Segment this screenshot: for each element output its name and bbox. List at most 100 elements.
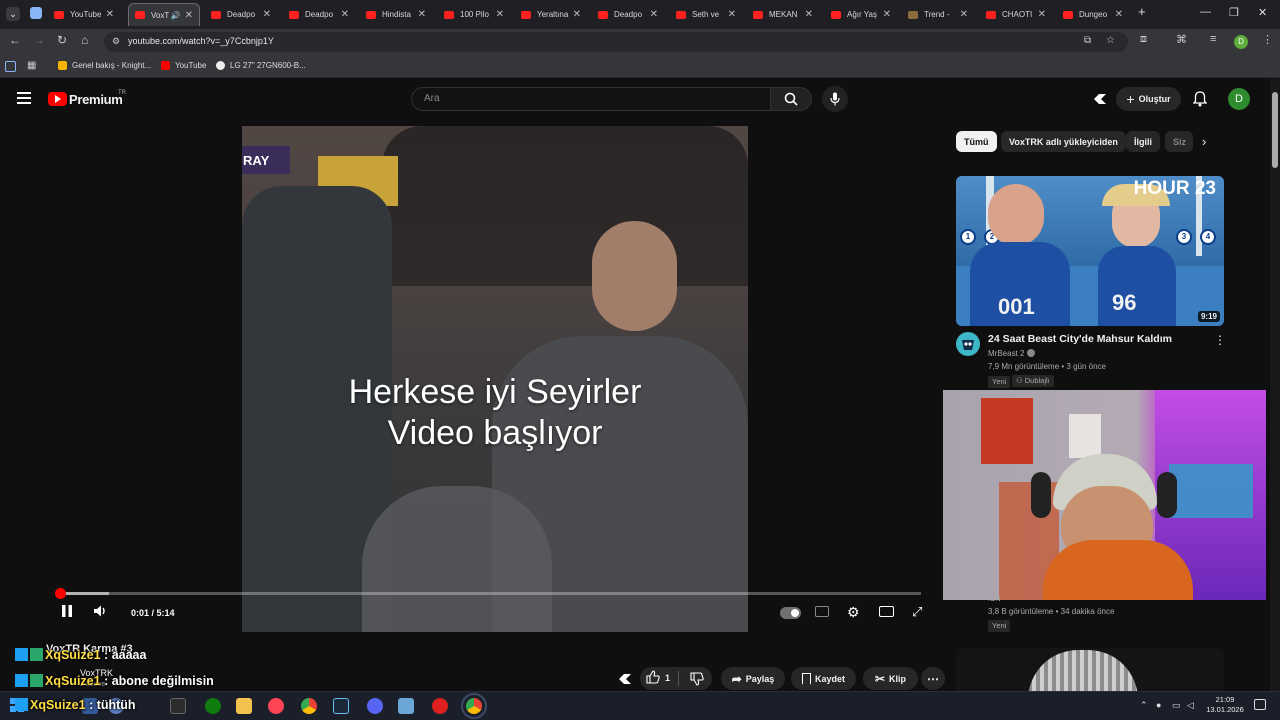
new-tab-icon[interactable]: + <box>1138 4 1146 19</box>
extensions-icon[interactable]: ⧈ <box>1140 33 1147 46</box>
autoplay-toggle[interactable] <box>780 607 801 619</box>
tab-agir-yas[interactable]: Ağır Yaş ✕ <box>825 4 897 25</box>
close-window-icon[interactable]: ✕ <box>1258 6 1267 19</box>
close-tab-icon[interactable]: ✕ <box>883 9 891 20</box>
more-options-icon[interactable]: ⋮ <box>1214 333 1226 347</box>
fullscreen-icon[interactable]: ⤢ <box>912 604 922 620</box>
rec3-thumbnail[interactable] <box>956 648 1224 691</box>
tab-deadpool-2[interactable]: Deadpo ✕ <box>283 4 355 25</box>
premium-jump-icon[interactable] <box>617 671 633 692</box>
browser-menu-icon[interactable]: ⋮ <box>1262 33 1273 46</box>
bookmark-knight[interactable]: Genel bakış - Knight... <box>58 61 151 70</box>
translate-icon[interactable]: ⌘ <box>1176 33 1187 46</box>
chrome-icon[interactable] <box>301 698 317 714</box>
cast-icon[interactable]: ⧉ <box>1084 35 1091 46</box>
tray-mic-icon[interactable]: ● <box>1156 700 1161 710</box>
page-scrollbar[interactable] <box>1270 79 1280 691</box>
clip-button[interactable]: ✂ Klip <box>863 667 918 690</box>
video-player[interactable]: RAY Herkese iyi Seyirler Video başlıyor <box>242 126 748 632</box>
notification-center-icon[interactable] <box>1254 699 1266 710</box>
youtube-logo-text[interactable]: Premium <box>69 92 123 107</box>
tab-trend[interactable]: Trend - ✕ <box>902 4 974 25</box>
tab-search-icon[interactable]: ⌄ <box>6 7 20 21</box>
site-info-icon[interactable]: ⚙ <box>112 36 120 47</box>
profile-avatar[interactable]: D <box>1234 35 1248 49</box>
tray-network-icon[interactable]: ▭ <box>1172 700 1181 711</box>
close-tab-icon[interactable]: ✕ <box>573 9 581 20</box>
save-button[interactable]: Kaydet <box>791 667 856 690</box>
close-tab-icon[interactable]: ✕ <box>341 9 349 20</box>
search-button[interactable] <box>770 87 812 111</box>
tab-youtube[interactable]: YouTube ✕ <box>48 4 120 25</box>
tab-dungeon[interactable]: Dungeo ✕ <box>1057 4 1129 25</box>
share-button[interactable]: ➦ Paylaş <box>721 667 785 690</box>
tab-mekan[interactable]: MEKAN ✕ <box>747 4 819 25</box>
settings-gear-icon[interactable]: ⚙ <box>847 605 860 619</box>
bookmark-star-icon[interactable]: ☆ <box>1106 35 1115 46</box>
tab-deadpool-3[interactable]: Deadpo ✕ <box>592 4 664 25</box>
tab-yeraltina[interactable]: Yeraltına ✕ <box>515 4 587 25</box>
opera-icon[interactable] <box>432 698 448 714</box>
voice-search-button[interactable] <box>822 86 848 112</box>
address-bar[interactable]: ⚙ youtube.com/watch?v=_y7Ccbnjp1Y ⧉ ☆ <box>104 32 1128 52</box>
more-actions-icon[interactable]: ⋯ <box>921 667 945 690</box>
sidebar-toggle-icon[interactable] <box>5 61 16 72</box>
close-tab-icon[interactable]: ✕ <box>106 9 114 20</box>
chip-related[interactable]: İlgili <box>1126 131 1160 152</box>
close-tab-icon[interactable]: ✕ <box>263 9 271 20</box>
progress-bar[interactable] <box>57 592 921 595</box>
notifications-bell-icon[interactable] <box>1192 91 1208 112</box>
xbox-icon[interactable] <box>205 698 221 714</box>
tab-100-pilot[interactable]: 100 Pilo ✕ <box>438 4 510 25</box>
subtitles-icon[interactable] <box>815 606 829 617</box>
chip-for-you[interactable]: Siz <box>1165 131 1193 152</box>
reload-icon[interactable]: ↻ <box>57 33 67 47</box>
chip-from-uploader[interactable]: VoxTRK adlı yükleyiciden <box>1001 131 1126 152</box>
taskbar-clock[interactable]: 21:09 13.01.2026 <box>1200 695 1250 715</box>
steam-icon[interactable] <box>333 698 349 714</box>
epic-games-icon[interactable] <box>170 698 186 714</box>
scrollbar-thumb[interactable] <box>1272 92 1278 168</box>
pause-button[interactable] <box>61 604 73 623</box>
recommended-thumbnail[interactable]: 1 2 3 4 001 96 HOUR 23 9:19 <box>956 176 1224 326</box>
volume-button[interactable] <box>93 604 108 623</box>
forward-icon[interactable]: → <box>33 33 45 47</box>
close-tab-icon[interactable]: ✕ <box>650 9 658 20</box>
channel-avatar[interactable] <box>956 332 980 356</box>
discord-icon[interactable] <box>367 698 383 714</box>
speaker-icon[interactable]: 🔊 <box>171 11 181 20</box>
tab-chaotic[interactable]: CHAOTI ✕ <box>980 4 1052 25</box>
hamburger-menu-icon[interactable] <box>17 92 31 104</box>
minimize-icon[interactable]: — <box>1200 6 1211 18</box>
chip-all[interactable]: Tümü <box>956 131 997 152</box>
bookmark-youtube[interactable]: YouTube <box>161 61 206 70</box>
tab-active-video[interactable]: VoxT 🔊 ✕ <box>128 3 200 26</box>
video-title[interactable]: 24 Saat Beast City'de Mahsur Kaldım <box>988 333 1172 345</box>
apps-grid-icon[interactable]: ▦ <box>27 60 36 71</box>
user-avatar[interactable]: D <box>1228 88 1250 110</box>
theater-mode-icon[interactable] <box>879 606 894 617</box>
close-tab-icon[interactable]: ✕ <box>805 9 813 20</box>
obs-icon[interactable] <box>268 698 284 714</box>
progress-scrubber[interactable] <box>55 588 66 599</box>
channel-name[interactable]: MrBeast 2 <box>988 349 1035 358</box>
tray-volume-icon[interactable]: ◁ <box>1187 700 1194 711</box>
media-control-icon[interactable]: ≡ <box>1210 33 1216 45</box>
close-tab-icon[interactable]: ✕ <box>496 9 504 20</box>
close-tab-icon[interactable]: ✕ <box>1038 9 1046 20</box>
chrome-active-icon[interactable] <box>461 693 487 719</box>
close-tab-icon[interactable]: ✕ <box>185 10 193 21</box>
like-button[interactable] <box>646 670 660 686</box>
close-tab-icon[interactable]: ✕ <box>960 9 968 20</box>
back-icon[interactable]: ← <box>9 33 21 47</box>
rec2-channel-name[interactable]: ION <box>988 596 1000 603</box>
tray-expand-icon[interactable]: ⌃ <box>1140 700 1148 711</box>
youtube-logo-icon[interactable] <box>48 92 67 106</box>
close-tab-icon[interactable]: ✕ <box>1115 9 1123 20</box>
chips-next-icon[interactable]: › <box>1202 134 1206 149</box>
file-explorer-icon[interactable] <box>236 698 252 714</box>
premium-controls-icon[interactable] <box>1092 91 1108 107</box>
dislike-button[interactable] <box>690 672 704 688</box>
bookmark-lg-monitor[interactable]: LG 27" 27GN600-B... <box>216 61 306 70</box>
photos-icon[interactable] <box>398 698 414 714</box>
